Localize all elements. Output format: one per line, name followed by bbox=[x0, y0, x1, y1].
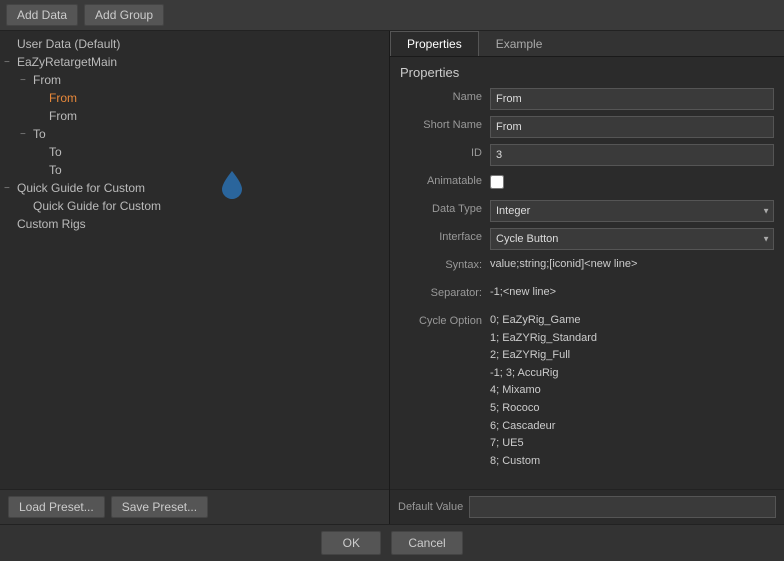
prop-row-separator: Separator: -1;<new line> bbox=[400, 284, 774, 306]
separator-text: -1;<new line> bbox=[490, 283, 556, 301]
name-input[interactable] bbox=[490, 88, 774, 110]
interface-value: Cycle Button bbox=[490, 228, 774, 250]
prop-row-name: Name bbox=[400, 88, 774, 110]
prop-row-id: ID bbox=[400, 144, 774, 166]
short-name-value bbox=[490, 116, 774, 138]
cycle-option-8: 8; Custom bbox=[490, 453, 774, 471]
prop-row-short-name: Short Name bbox=[400, 116, 774, 138]
animatable-value bbox=[490, 172, 774, 192]
ok-cancel-bar: OK Cancel bbox=[0, 524, 784, 561]
prop-row-syntax: Syntax: value;string;[iconid]<new line> bbox=[400, 256, 774, 278]
tree-expand-icon: − bbox=[4, 183, 14, 194]
cycle-option-7: 7; UE5 bbox=[490, 435, 774, 453]
tree-item-user-data[interactable]: User Data (Default) bbox=[0, 35, 389, 53]
tree-label: To bbox=[49, 145, 62, 159]
tree-label: From bbox=[33, 73, 61, 87]
tree-item-from-orange[interactable]: From bbox=[0, 89, 389, 107]
animatable-checkbox[interactable] bbox=[490, 175, 504, 189]
tree-item-quick-guide-group[interactable]: − Quick Guide for Custom bbox=[0, 179, 389, 197]
tree-label: From bbox=[49, 91, 77, 105]
cancel-button[interactable]: Cancel bbox=[391, 531, 462, 555]
cycle-option-label: Cycle Option bbox=[400, 312, 490, 327]
tree-label: To bbox=[33, 127, 46, 141]
bottom-bar-left: Load Preset... Save Preset... bbox=[0, 489, 389, 524]
tree-label: Custom Rigs bbox=[17, 217, 86, 231]
add-group-button[interactable]: Add Group bbox=[84, 4, 164, 26]
tree-item-to-2[interactable]: To bbox=[0, 161, 389, 179]
cycle-option-2: 2; EaZYRig_Full bbox=[490, 347, 774, 365]
separator-value: -1;<new line> bbox=[490, 284, 774, 298]
name-label: Name bbox=[400, 88, 490, 103]
content-area: User Data (Default) − EaZyRetargetMain −… bbox=[0, 31, 784, 524]
default-value-label: Default Value bbox=[398, 501, 463, 513]
ok-button[interactable]: OK bbox=[321, 531, 381, 555]
cycle-options: 0; EaZyRig_Game 1; EaZYRig_Standard 2; E… bbox=[490, 312, 774, 470]
syntax-label: Syntax: bbox=[400, 256, 490, 271]
id-value bbox=[490, 144, 774, 166]
prop-row-animatable: Animatable bbox=[400, 172, 774, 194]
save-preset-button[interactable]: Save Preset... bbox=[111, 496, 208, 518]
props-content: Properties Name Short Name bbox=[390, 57, 784, 489]
cycle-option-0: 0; EaZyRig_Game bbox=[490, 312, 774, 330]
tree-item-to-1[interactable]: To bbox=[0, 143, 389, 161]
blue-drop-decoration bbox=[220, 169, 244, 201]
tab-properties[interactable]: Properties bbox=[390, 31, 479, 56]
tree-item-to-group[interactable]: − To bbox=[0, 125, 389, 143]
tree-expand-icon: − bbox=[20, 129, 30, 140]
data-type-select[interactable]: Integer bbox=[490, 200, 774, 222]
tree-label: User Data (Default) bbox=[17, 37, 120, 51]
default-value-input[interactable] bbox=[469, 496, 776, 518]
data-type-value: Integer bbox=[490, 200, 774, 222]
short-name-label: Short Name bbox=[400, 116, 490, 131]
props-title: Properties bbox=[400, 65, 774, 80]
toolbar: Add Data Add Group bbox=[0, 0, 784, 31]
tab-example[interactable]: Example bbox=[479, 31, 560, 56]
bottom-bar-right: Default Value bbox=[390, 489, 784, 524]
tree-label: EaZyRetargetMain bbox=[17, 55, 117, 69]
left-panel: User Data (Default) − EaZyRetargetMain −… bbox=[0, 31, 390, 524]
tree-expand-icon: − bbox=[20, 75, 30, 86]
cycle-option-1: 1; EaZYRig_Standard bbox=[490, 330, 774, 348]
prop-row-cycle-option: Cycle Option 0; EaZyRig_Game 1; EaZYRig_… bbox=[400, 312, 774, 470]
cycle-option-6: 6; Cascadeur bbox=[490, 418, 774, 436]
load-preset-button[interactable]: Load Preset... bbox=[8, 496, 105, 518]
tree-item-custom-rigs[interactable]: Custom Rigs bbox=[0, 215, 389, 233]
id-label: ID bbox=[400, 144, 490, 159]
tree-item-eazy-main[interactable]: − EaZyRetargetMain bbox=[0, 53, 389, 71]
cycle-option-3: -1; 3; AccuRig bbox=[490, 365, 774, 383]
tree-label: To bbox=[49, 163, 62, 177]
prop-row-data-type: Data Type Integer bbox=[400, 200, 774, 222]
tree-item-quick-guide-item[interactable]: Quick Guide for Custom bbox=[0, 197, 389, 215]
tree-item-from-plain[interactable]: From bbox=[0, 107, 389, 125]
add-data-button[interactable]: Add Data bbox=[6, 4, 78, 26]
animatable-label: Animatable bbox=[400, 172, 490, 187]
interface-label: Interface bbox=[400, 228, 490, 243]
tree-label: Quick Guide for Custom bbox=[17, 181, 145, 195]
tree-area[interactable]: User Data (Default) − EaZyRetargetMain −… bbox=[0, 31, 389, 489]
cycle-option-5: 5; Rococo bbox=[490, 400, 774, 418]
short-name-input[interactable] bbox=[490, 116, 774, 138]
tree-label: Quick Guide for Custom bbox=[33, 199, 161, 213]
tree-label: From bbox=[49, 109, 77, 123]
cycle-option-4: 4; Mixamo bbox=[490, 382, 774, 400]
prop-row-interface: Interface Cycle Button bbox=[400, 228, 774, 250]
interface-select[interactable]: Cycle Button bbox=[490, 228, 774, 250]
name-value bbox=[490, 88, 774, 110]
id-input[interactable] bbox=[490, 144, 774, 166]
data-type-label: Data Type bbox=[400, 200, 490, 215]
tree-expand-icon: − bbox=[4, 57, 14, 68]
tab-bar: Properties Example bbox=[390, 31, 784, 57]
syntax-text: value;string;[iconid]<new line> bbox=[490, 255, 637, 273]
separator-label: Separator: bbox=[400, 284, 490, 299]
right-panel: Properties Example Properties Name Short… bbox=[390, 31, 784, 524]
tree-item-from-group[interactable]: − From bbox=[0, 71, 389, 89]
syntax-value: value;string;[iconid]<new line> bbox=[490, 256, 774, 270]
